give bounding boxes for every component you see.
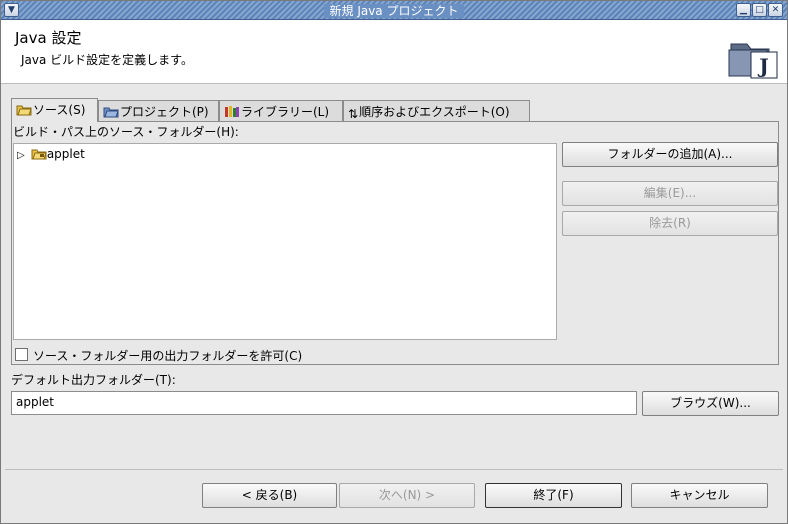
finish-button[interactable]: 終了(F) (485, 483, 622, 508)
minimize-icon[interactable]: ▁ (736, 3, 751, 17)
tab-projects[interactable]: プロジェクト(P) (98, 100, 219, 121)
source-tab-panel: ビルド・パス上のソース・フォルダー(H): ▷ applet フォルダーの追加(… (11, 121, 779, 365)
browse-button[interactable]: ブラウズ(W)... (642, 391, 779, 416)
output-folder-field[interactable]: applet (11, 391, 637, 415)
new-java-project-dialog: ▼ 新規 Java プロジェクト ▁ □ ✕ Java 設定 Java ビルド設… (0, 0, 788, 524)
edit-button[interactable]: 編集(E)... (562, 181, 778, 206)
page-description: Java ビルド設定を定義します。 (21, 53, 193, 67)
back-button[interactable]: < 戻る(B) (202, 483, 337, 508)
tab-libraries-label: ライブラリー(L) (241, 105, 330, 119)
tab-projects-label: プロジェクト(P) (120, 105, 209, 119)
svg-text:J: J (757, 54, 768, 78)
cancel-button[interactable]: キャンセル (631, 483, 768, 508)
next-button[interactable]: 次へ(N) > (339, 483, 475, 508)
expand-arrow-icon[interactable]: ▷ (17, 150, 27, 161)
tree-item[interactable]: ▷ applet (17, 147, 85, 163)
output-folder-label: デフォルト出力フォルダー(T): (11, 373, 176, 387)
tab-source-label: ソース(S) (33, 103, 86, 117)
library-icon (225, 106, 239, 117)
package-folder-icon (31, 149, 47, 160)
maximize-icon[interactable]: □ (752, 3, 767, 17)
title-bar[interactable]: ▼ 新規 Java プロジェクト ▁ □ ✕ (1, 1, 787, 20)
remove-button[interactable]: 除去(R) (562, 211, 778, 236)
wizard-header: Java 設定 Java ビルド設定を定義します。 J (1, 20, 787, 84)
tab-order-export[interactable]: ⇅順序およびエクスポート(O) (343, 100, 530, 121)
allow-output-folders-label: ソース・フォルダー用の出力フォルダーを許可(C) (33, 349, 303, 363)
footer-divider (5, 469, 783, 470)
window-title: 新規 Java プロジェクト (323, 4, 465, 18)
project-icon (103, 107, 119, 118)
tree-item-label: applet (46, 147, 85, 161)
allow-output-folders-checkbox[interactable] (15, 348, 28, 361)
page-title: Java 設定 (15, 29, 82, 47)
close-icon[interactable]: ✕ (768, 3, 783, 17)
source-folder-tree[interactable]: ▷ applet (13, 143, 557, 340)
tree-label: ビルド・パス上のソース・フォルダー(H): (13, 125, 239, 139)
order-arrows-icon: ⇅ (348, 107, 359, 121)
java-project-wizard-icon: J (728, 43, 778, 79)
tab-source[interactable]: ソース(S) (11, 98, 98, 122)
tab-order-export-label: 順序およびエクスポート(O) (359, 105, 510, 119)
tab-libraries[interactable]: ライブラリー(L) (219, 100, 343, 121)
source-folder-icon (16, 105, 32, 116)
add-folder-button[interactable]: フォルダーの追加(A)... (562, 142, 778, 167)
